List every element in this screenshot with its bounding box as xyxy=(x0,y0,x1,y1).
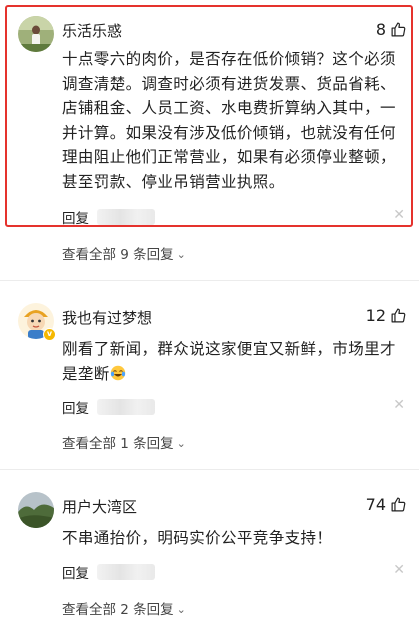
reply-row: 回复 xyxy=(62,562,155,582)
divider xyxy=(0,280,419,281)
like-count: 12 xyxy=(365,306,386,325)
close-icon[interactable]: ✕ xyxy=(393,397,405,413)
verified-badge-icon: v xyxy=(43,328,56,341)
reply-button[interactable]: 回复 xyxy=(62,397,89,417)
reply-button[interactable]: 回复 xyxy=(62,207,89,227)
avatar[interactable] xyxy=(18,16,54,52)
reply-row: 回复 xyxy=(62,397,155,417)
comment-text: 刚看了新闻，群众说这家便宜又新鲜，市场里才是垄断 xyxy=(62,337,402,386)
reply-row: 回复 xyxy=(62,207,155,227)
chevron-down-icon: ⌄ xyxy=(176,436,186,450)
close-icon[interactable]: ✕ xyxy=(393,207,405,223)
thumbs-up-icon xyxy=(391,308,406,323)
close-icon[interactable]: ✕ xyxy=(393,562,405,578)
avatar[interactable] xyxy=(18,492,54,528)
username[interactable]: 我也有过梦想 xyxy=(62,307,152,328)
like-button[interactable]: 12 xyxy=(366,306,407,325)
comment-text: 十点零六的肉价，是否存在低价倾销？这个必须调查清楚。调查时必须有进货发票、货品省… xyxy=(62,50,396,191)
comment-text: 不串通抬价，明码实价公平竞争支持！ xyxy=(62,529,333,547)
blurred-replier xyxy=(97,564,155,580)
divider xyxy=(0,469,419,470)
thumbs-up-icon xyxy=(391,497,406,512)
username[interactable]: 用户大湾区 xyxy=(62,496,137,517)
view-all-replies[interactable]: 查看全部 1 条回复 ⌄ xyxy=(62,432,186,452)
like-button[interactable]: 74 xyxy=(366,495,407,514)
reply-button[interactable]: 回复 xyxy=(62,562,89,582)
view-all-replies[interactable]: 查看全部 2 条回复 ⌄ xyxy=(62,598,186,618)
blurred-replier xyxy=(97,209,155,225)
like-count: 74 xyxy=(365,495,386,514)
blurred-replier xyxy=(97,399,155,415)
view-all-label: 查看全部 2 条回复 xyxy=(62,602,174,618)
like-count: 8 xyxy=(375,20,386,39)
username[interactable]: 乐活乐惑 xyxy=(62,20,122,41)
crying-laughing-emoji xyxy=(110,365,125,380)
chevron-down-icon: ⌄ xyxy=(176,602,186,616)
like-button[interactable]: 8 xyxy=(376,20,407,39)
chevron-down-icon: ⌄ xyxy=(176,247,186,261)
view-all-label: 查看全部 9 条回复 xyxy=(62,247,174,263)
view-all-replies[interactable]: 查看全部 9 条回复 ⌄ xyxy=(62,243,186,263)
view-all-label: 查看全部 1 条回复 xyxy=(62,436,174,452)
thumbs-up-icon xyxy=(391,22,406,37)
